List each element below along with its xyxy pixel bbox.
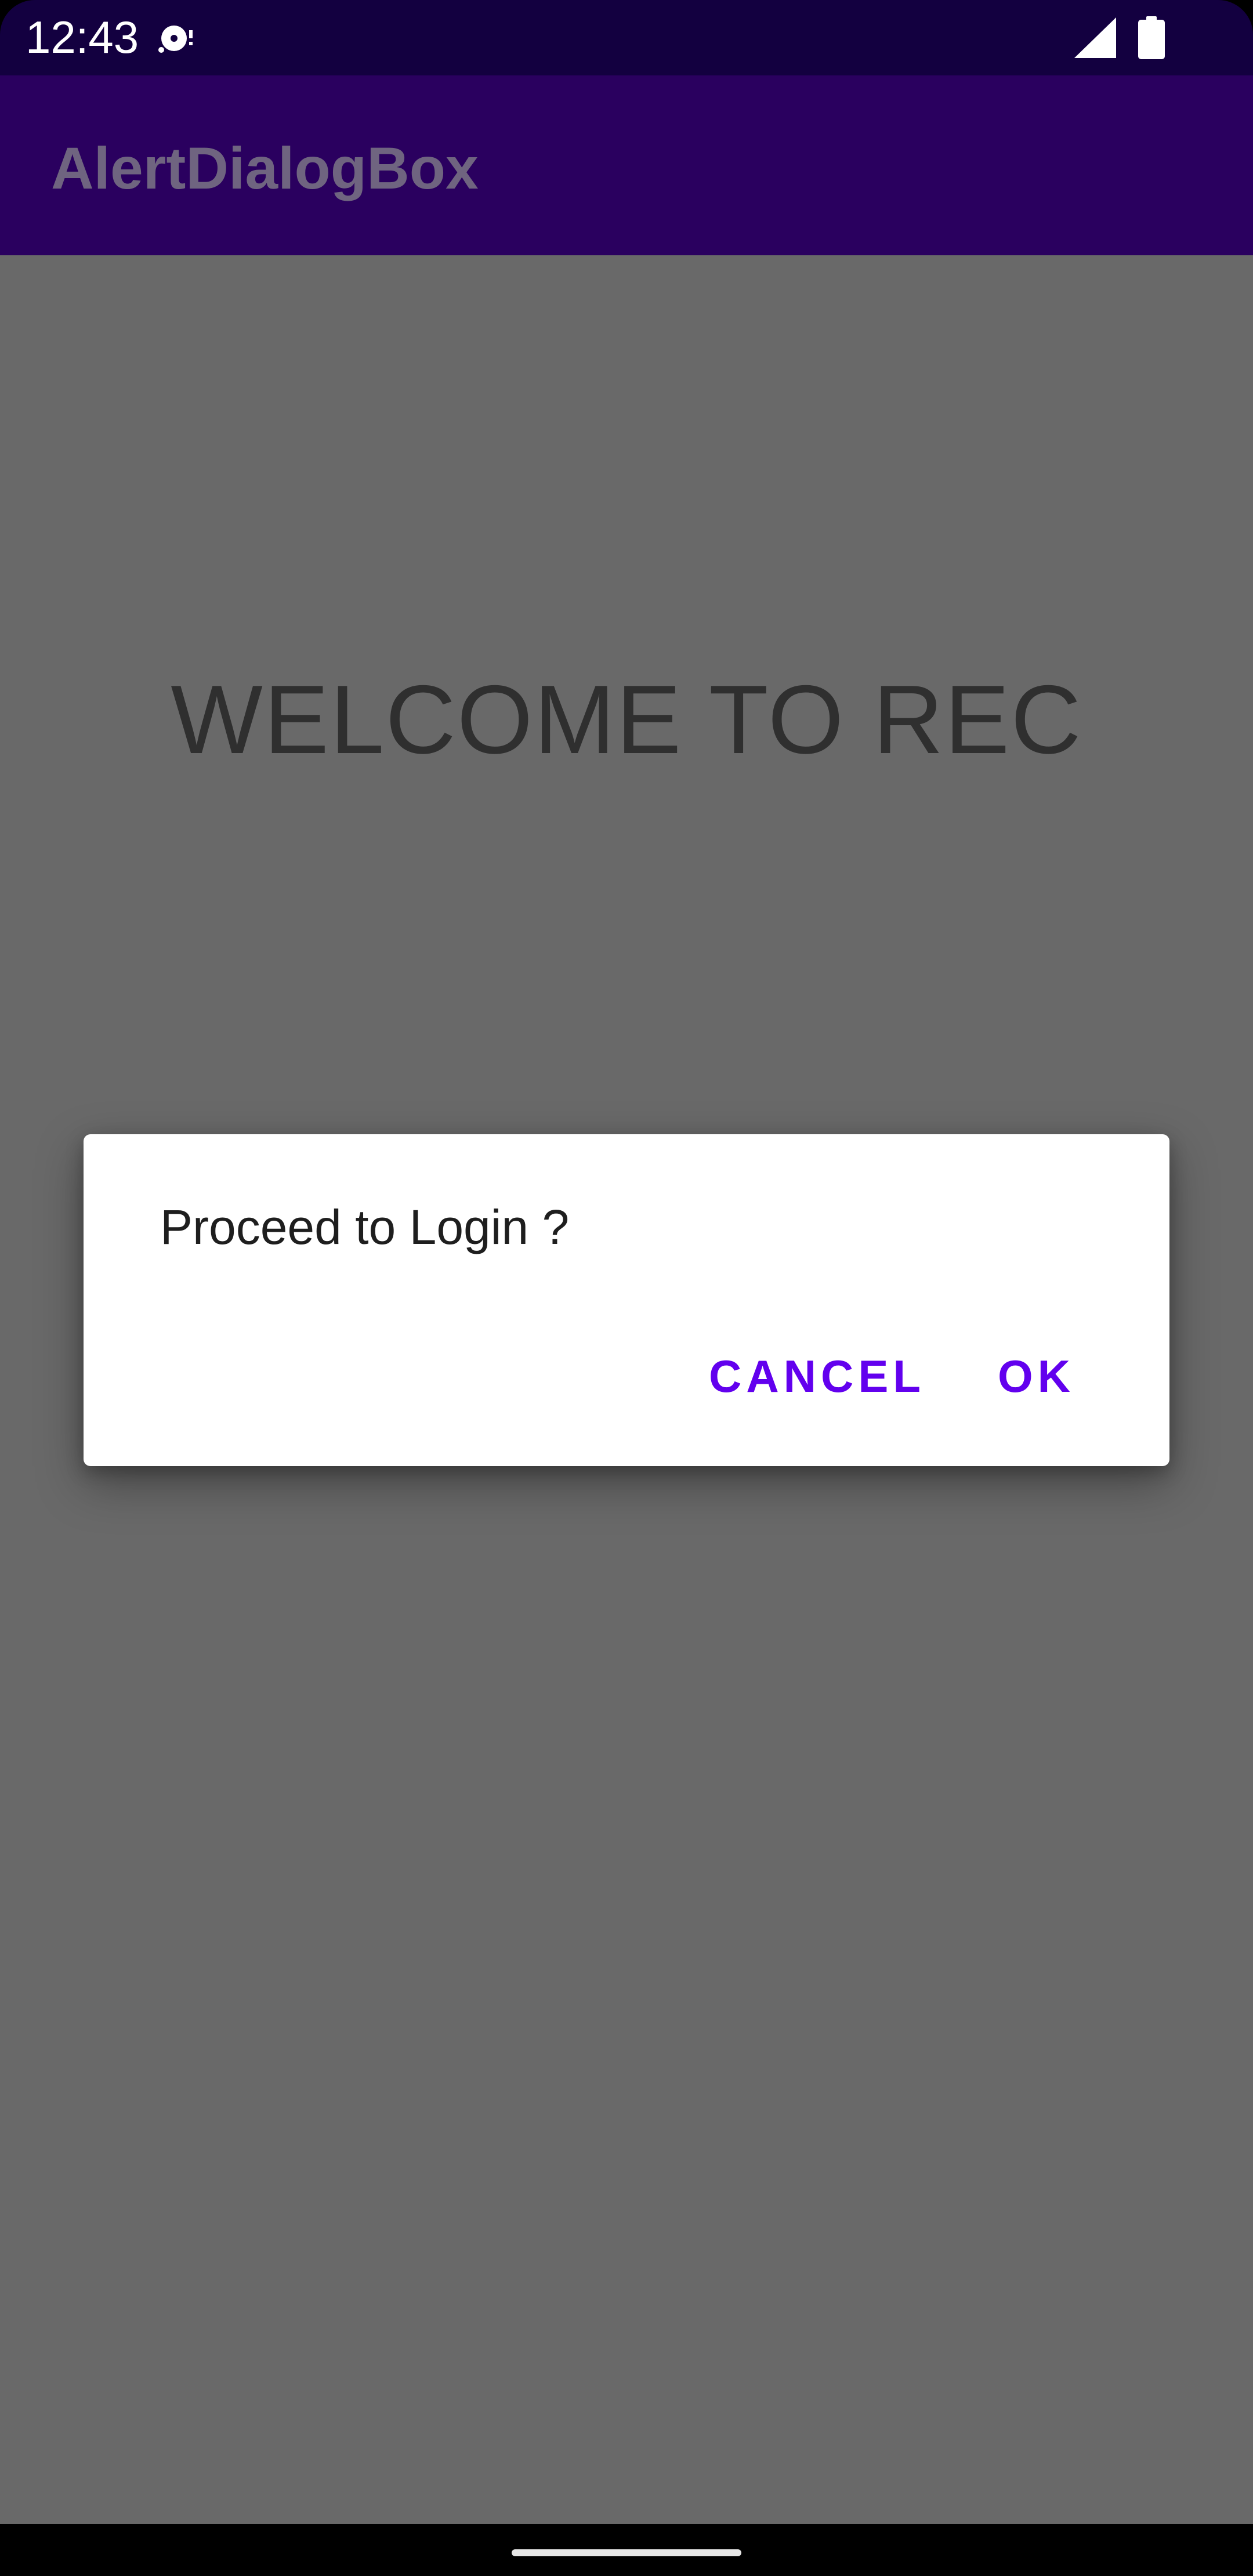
ok-button[interactable]: OK <box>991 1344 1082 1408</box>
alert-dialog: Proceed to Login ? CANCEL OK <box>84 1134 1169 1466</box>
home-gesture-handle[interactable] <box>512 2549 741 2556</box>
status-time: 12:43 <box>26 12 139 63</box>
welcome-text: WELCOME TO REC <box>171 665 1082 774</box>
battery-icon <box>1138 16 1165 59</box>
navigation-bar <box>0 2524 1253 2576</box>
app-bar: AlertDialogBox <box>0 75 1253 255</box>
dialog-message: Proceed to Login ? <box>160 1200 570 1254</box>
cancel-button[interactable]: CANCEL <box>702 1344 932 1408</box>
app-title: AlertDialogBox <box>51 135 479 201</box>
media-record-icon <box>158 26 193 53</box>
status-bar: 12:43 <box>0 0 1253 75</box>
cell-signal-icon <box>1074 17 1116 58</box>
